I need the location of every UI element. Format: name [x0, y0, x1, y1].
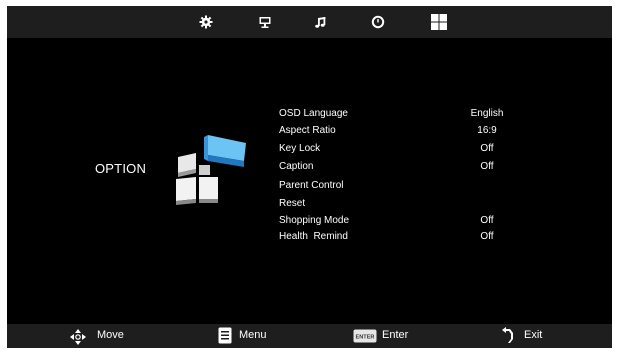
clock-icon	[371, 15, 385, 29]
menu-item[interactable]: Aspect Ratio 16:9	[279, 125, 539, 141]
tab-screen[interactable]	[256, 13, 274, 31]
menu-item-value: Off	[480, 231, 494, 242]
tab-time[interactable]	[369, 13, 387, 31]
menu-item-value: Off	[480, 161, 494, 172]
enter-key-icon: ENTER	[353, 329, 377, 343]
menu-item-label: Health Remind	[279, 231, 348, 242]
menu-label: Menu	[239, 329, 267, 341]
menu-item-label: Reset	[279, 198, 306, 209]
monitor-icon	[259, 17, 271, 28]
menu-item-value: 16:9	[477, 125, 497, 136]
menu-icon	[218, 327, 232, 344]
enter-key-text: ENTER	[356, 335, 375, 341]
menu-item-label: OSD Language	[279, 108, 348, 119]
footer-key-hints: Move Menu ENTER Enter Exit	[7, 324, 612, 348]
menu-item-label: Shopping Mode	[279, 215, 350, 226]
menu-item[interactable]: Reset	[279, 198, 539, 214]
menu-item-value: English	[470, 108, 504, 119]
move-label: Move	[97, 329, 124, 341]
tv-osd-screen: OPTION OSD Language English Aspect Ratio 16…	[7, 6, 612, 348]
exit-label: Exit	[524, 329, 543, 341]
option-grid-icon	[176, 135, 246, 205]
return-arrow-icon	[502, 327, 513, 343]
menu-item-label: Aspect Ratio	[279, 125, 336, 136]
menu-item[interactable]: OSD Language English	[279, 108, 539, 124]
menu-item-label: Parent Control	[279, 180, 344, 191]
menu-item-value: Off	[480, 215, 494, 226]
top-tab-bar	[7, 6, 612, 38]
music-note-icon	[315, 17, 326, 28]
menu-item[interactable]: Shopping Mode Off	[279, 215, 539, 231]
dpad-arrows-icon	[70, 329, 86, 345]
menu-item-label: Key Lock	[279, 143, 321, 154]
tab-picture[interactable]	[197, 13, 215, 31]
menu-item-label: Caption	[279, 161, 314, 172]
tab-option[interactable]	[430, 13, 448, 31]
page-title: OPTION	[95, 161, 147, 176]
menu-item[interactable]: Parent Control	[279, 180, 539, 196]
enter-label: Enter	[382, 329, 409, 341]
tab-sound[interactable]	[312, 13, 330, 31]
menu-item-value: Off	[480, 143, 494, 154]
menu-item[interactable]: Caption Off	[279, 161, 539, 177]
grid-icon	[431, 14, 447, 30]
gear-icon	[199, 15, 213, 29]
menu-item[interactable]: Key Lock Off	[279, 143, 539, 159]
menu-item[interactable]: Health Remind Off	[279, 231, 539, 247]
